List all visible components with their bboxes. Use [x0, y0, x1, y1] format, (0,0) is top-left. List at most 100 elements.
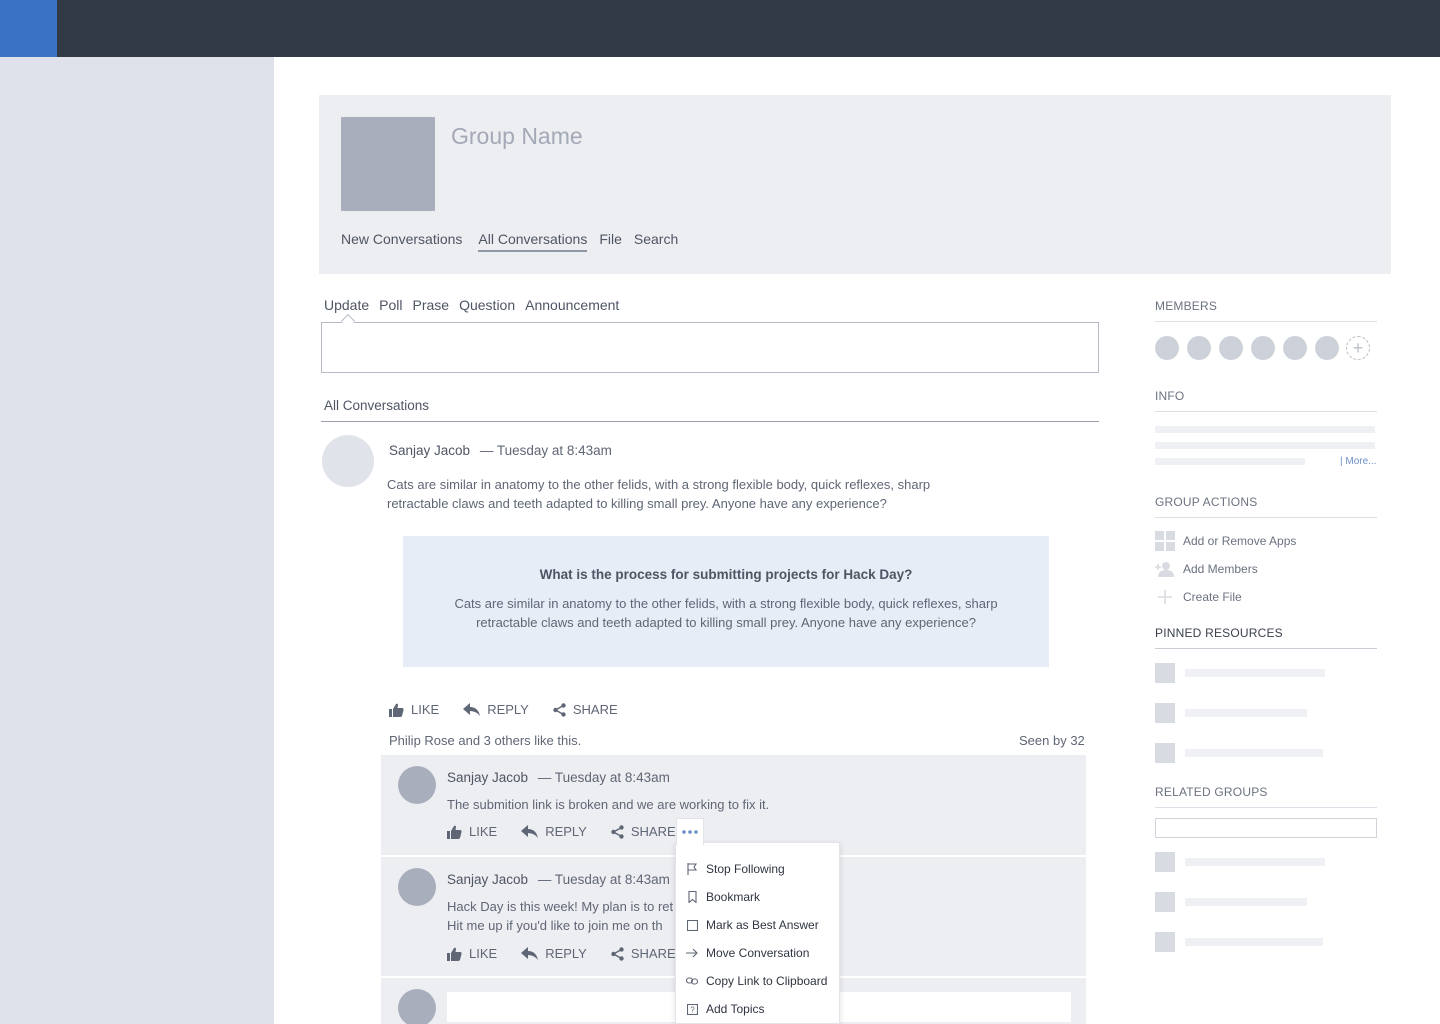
info-placeholder-line [1155, 442, 1375, 449]
create-file-action[interactable]: Create File [1155, 587, 1242, 607]
add-remove-apps-action[interactable]: Add or Remove Apps [1155, 531, 1296, 551]
share-button[interactable]: SHARE [611, 946, 676, 961]
menu-item-label: Stop Following [706, 862, 785, 876]
reply-body: The submition link is broken and we are … [447, 797, 770, 812]
like-button[interactable]: LIKE [447, 946, 497, 961]
reply-actions: LIKE REPLY SHARE [447, 824, 700, 839]
member-avatar[interactable] [1155, 336, 1179, 360]
flag-icon [686, 863, 698, 875]
seen-by-count[interactable]: Seen by 32 [1019, 733, 1085, 748]
menu-item-label: Copy Link to Clipboard [706, 974, 828, 988]
member-avatar[interactable] [1219, 336, 1243, 360]
members-title: MEMBERS [1155, 299, 1218, 313]
like-button[interactable]: LIKE [447, 824, 497, 839]
reply-author-name[interactable]: Sanjay Jacob [447, 872, 528, 887]
pinned-resource-placeholder [1185, 669, 1325, 677]
tab-file[interactable]: File [599, 231, 622, 252]
like-label: LIKE [411, 702, 440, 717]
checkbox-icon [686, 919, 698, 931]
current-user-avatar [398, 989, 436, 1024]
top-bar [0, 0, 1440, 57]
left-navigation [0, 57, 274, 1024]
menu-item-move-conversation[interactable]: Move Conversation [676, 939, 839, 967]
add-members-action[interactable]: Add Members [1155, 559, 1258, 579]
post-actions: LIKE REPLY SHARE [389, 702, 642, 717]
post-author-avatar[interactable] [322, 435, 374, 487]
action-label: Create File [1183, 590, 1242, 604]
tab-search[interactable]: Search [634, 231, 678, 252]
reply-button[interactable]: REPLY [521, 824, 587, 839]
reply-author-avatar[interactable] [398, 868, 436, 906]
reply-actions: LIKE REPLY SHARE [447, 946, 700, 961]
post-author-name[interactable]: Sanjay Jacob [389, 443, 470, 458]
group-tabs: New Conversations All Conversations File… [341, 231, 694, 252]
pinned-resource-thumbnail[interactable] [1155, 743, 1175, 763]
like-button[interactable]: LIKE [389, 702, 439, 717]
member-avatar[interactable] [1315, 336, 1339, 360]
group-name: Group Name [451, 123, 583, 149]
reply-body-line: Hit me up if you'd like to join me on th [447, 918, 663, 933]
composer-tab-praise[interactable]: Prase [413, 297, 450, 313]
info-divider [1155, 411, 1377, 412]
menu-item-label: Move Conversation [706, 946, 810, 960]
pinned-resource-placeholder [1185, 749, 1323, 757]
info-more-link[interactable]: | More... [1340, 456, 1377, 467]
member-avatar[interactable] [1283, 336, 1307, 360]
share-label: SHARE [630, 946, 676, 961]
reply-label: REPLY [545, 946, 587, 961]
reply-author-name[interactable]: Sanjay Jacob [447, 770, 528, 785]
reply-label: REPLY [487, 702, 529, 717]
reply-button[interactable]: REPLY [521, 946, 587, 961]
related-group-thumbnail[interactable] [1155, 932, 1175, 952]
menu-item-stop-following[interactable]: Stop Following [676, 855, 839, 883]
reply-icon [521, 825, 539, 838]
pinned-resource-thumbnail[interactable] [1155, 663, 1175, 683]
composer-tab-update[interactable]: Update [324, 297, 369, 313]
menu-item-bookmark[interactable]: Bookmark [676, 883, 839, 911]
related-divider [1155, 807, 1377, 808]
tab-new-conversations[interactable]: New Conversations [341, 231, 462, 252]
share-button[interactable]: SHARE [611, 824, 676, 839]
pinned-resource-thumbnail[interactable] [1155, 703, 1175, 723]
reply-meta: Sanjay Jacob — Tuesday at 8:43am [447, 872, 670, 887]
reply-item: Sanjay Jacob — Tuesday at 8:43am The sub… [381, 755, 1086, 855]
related-group-thumbnail[interactable] [1155, 892, 1175, 912]
reply-icon [521, 947, 539, 960]
add-member-icon[interactable]: + [1346, 336, 1370, 360]
reply-author-avatar[interactable] [398, 766, 436, 804]
info-placeholder-line [1155, 458, 1305, 465]
composer-input[interactable] [321, 322, 1099, 373]
composer-tab-poll[interactable]: Poll [379, 297, 402, 313]
related-group-placeholder [1185, 858, 1325, 866]
topic-icon: ? [686, 1003, 698, 1015]
svg-text:?: ? [690, 1005, 695, 1014]
related-group-thumbnail[interactable] [1155, 852, 1175, 872]
share-button[interactable]: SHARE [553, 702, 618, 717]
menu-item-label: Mark as Best Answer [706, 918, 819, 932]
share-icon [611, 824, 624, 839]
feed-section-title: All Conversations [324, 398, 430, 413]
reply-button[interactable]: REPLY [463, 702, 529, 717]
tab-all-conversations[interactable]: All Conversations [478, 231, 588, 252]
pinned-resources-title: PINNED RESOURCES [1155, 626, 1283, 640]
post-body: Cats are similar in anatomy to the other… [387, 477, 931, 511]
member-avatar[interactable] [1251, 336, 1275, 360]
plus-icon [1155, 587, 1175, 607]
post-timestamp: — Tuesday at 8:43am [479, 443, 612, 458]
action-label: Add or Remove Apps [1183, 534, 1297, 548]
add-user-icon [1155, 559, 1175, 579]
shared-question-card[interactable]: What is the process for submitting proje… [403, 536, 1049, 667]
share-icon [611, 946, 624, 961]
menu-item-add-topics[interactable]: ? Add Topics [676, 995, 839, 1023]
composer-tab-question[interactable]: Question [459, 297, 515, 313]
pinned-divider [1155, 648, 1377, 649]
composer-tabs: Update Poll Prase Question Announcement [324, 297, 629, 313]
related-groups-search[interactable] [1155, 818, 1377, 838]
likes-summary[interactable]: Philip Rose and 3 others like this. [389, 733, 581, 748]
menu-item-copy-link[interactable]: Copy Link to Clipboard [676, 967, 839, 995]
member-avatar[interactable] [1187, 336, 1211, 360]
app-logo[interactable] [0, 0, 57, 57]
menu-item-mark-best-answer[interactable]: Mark as Best Answer [676, 911, 839, 939]
more-options-button[interactable] [676, 818, 704, 845]
composer-tab-announcement[interactable]: Announcement [525, 297, 619, 313]
